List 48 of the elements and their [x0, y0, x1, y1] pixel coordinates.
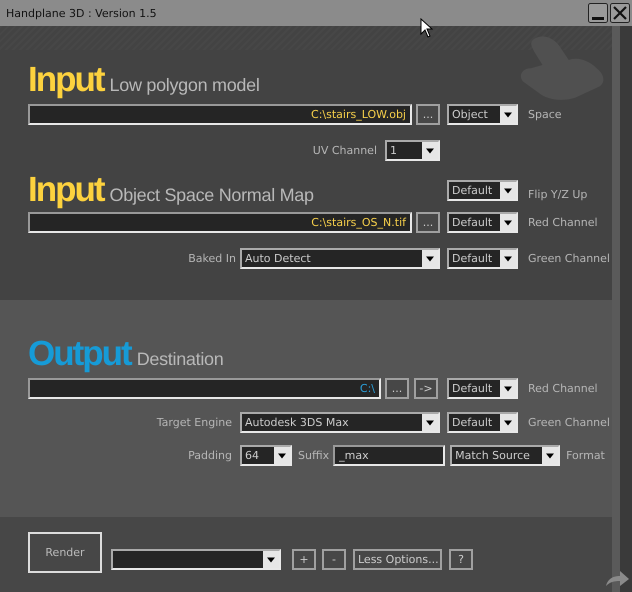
- space-dropdown[interactable]: Object: [447, 104, 518, 125]
- field-label: UV Channel: [312, 144, 377, 157]
- preset-dropdown[interactable]: [111, 549, 281, 570]
- browse-button[interactable]: ...: [416, 212, 440, 233]
- channel-swizzle-dropdown[interactable]: Default: [447, 378, 518, 399]
- file-path-field[interactable]: C:\stairs_LOW.obj: [28, 104, 412, 125]
- flip-dropdown[interactable]: Default: [447, 180, 518, 200]
- minimize-icon[interactable]: [588, 3, 608, 23]
- field-label: Suffix: [298, 449, 330, 462]
- browse-button[interactable]: ...: [385, 378, 409, 399]
- field-label: Target Engine: [156, 416, 232, 429]
- field-label: Green Channel: [528, 252, 610, 265]
- close-icon[interactable]: [610, 3, 630, 23]
- target-engine-dropdown[interactable]: Autodesk 3DS Max: [240, 412, 440, 433]
- section-subtitle: Destination: [136, 349, 224, 370]
- less-options-button[interactable]: Less Options...: [353, 549, 442, 570]
- uv-channel-dropdown[interactable]: 1: [385, 140, 440, 161]
- remove-button[interactable]: -: [322, 549, 346, 570]
- baked-in-dropdown[interactable]: Auto Detect: [240, 248, 440, 269]
- arrow-icon[interactable]: [604, 570, 630, 588]
- window-title: Handplane 3D : Version 1.5: [6, 6, 157, 20]
- section-subtitle: Low polygon model: [110, 75, 260, 96]
- channel-swizzle-dropdown[interactable]: Default: [447, 212, 518, 233]
- channel-swizzle-dropdown[interactable]: Default: [447, 412, 518, 433]
- help-button[interactable]: ?: [449, 549, 473, 570]
- field-label: Padding: [187, 449, 232, 462]
- format-dropdown[interactable]: Match Source: [450, 445, 560, 466]
- open-button[interactable]: ->: [414, 378, 438, 399]
- field-label: Green Channel: [528, 416, 610, 429]
- render-button[interactable]: Render: [28, 532, 102, 573]
- file-path-field[interactable]: C:\: [28, 378, 381, 399]
- section-heading: Input: [28, 60, 104, 100]
- section-subtitle: Object Space Normal Map: [110, 185, 314, 206]
- section-heading: Input: [28, 170, 104, 210]
- cursor-icon: [420, 18, 433, 38]
- field-label: Red Channel: [528, 382, 598, 395]
- field-label: Red Channel: [528, 216, 598, 229]
- field-label: Baked In: [187, 252, 236, 265]
- field-label: Flip Y/Z Up: [528, 188, 588, 200]
- field-label: Space: [528, 108, 562, 121]
- section-heading: Output: [28, 334, 131, 374]
- field-label: Format: [566, 449, 605, 462]
- add-button[interactable]: +: [292, 549, 316, 570]
- suffix-field[interactable]: _max: [333, 445, 446, 466]
- file-path-field[interactable]: C:\stairs_OS_N.tif: [28, 212, 412, 233]
- channel-swizzle-dropdown[interactable]: Default: [447, 248, 518, 269]
- padding-dropdown[interactable]: 64: [240, 445, 292, 466]
- browse-button[interactable]: ...: [416, 104, 440, 125]
